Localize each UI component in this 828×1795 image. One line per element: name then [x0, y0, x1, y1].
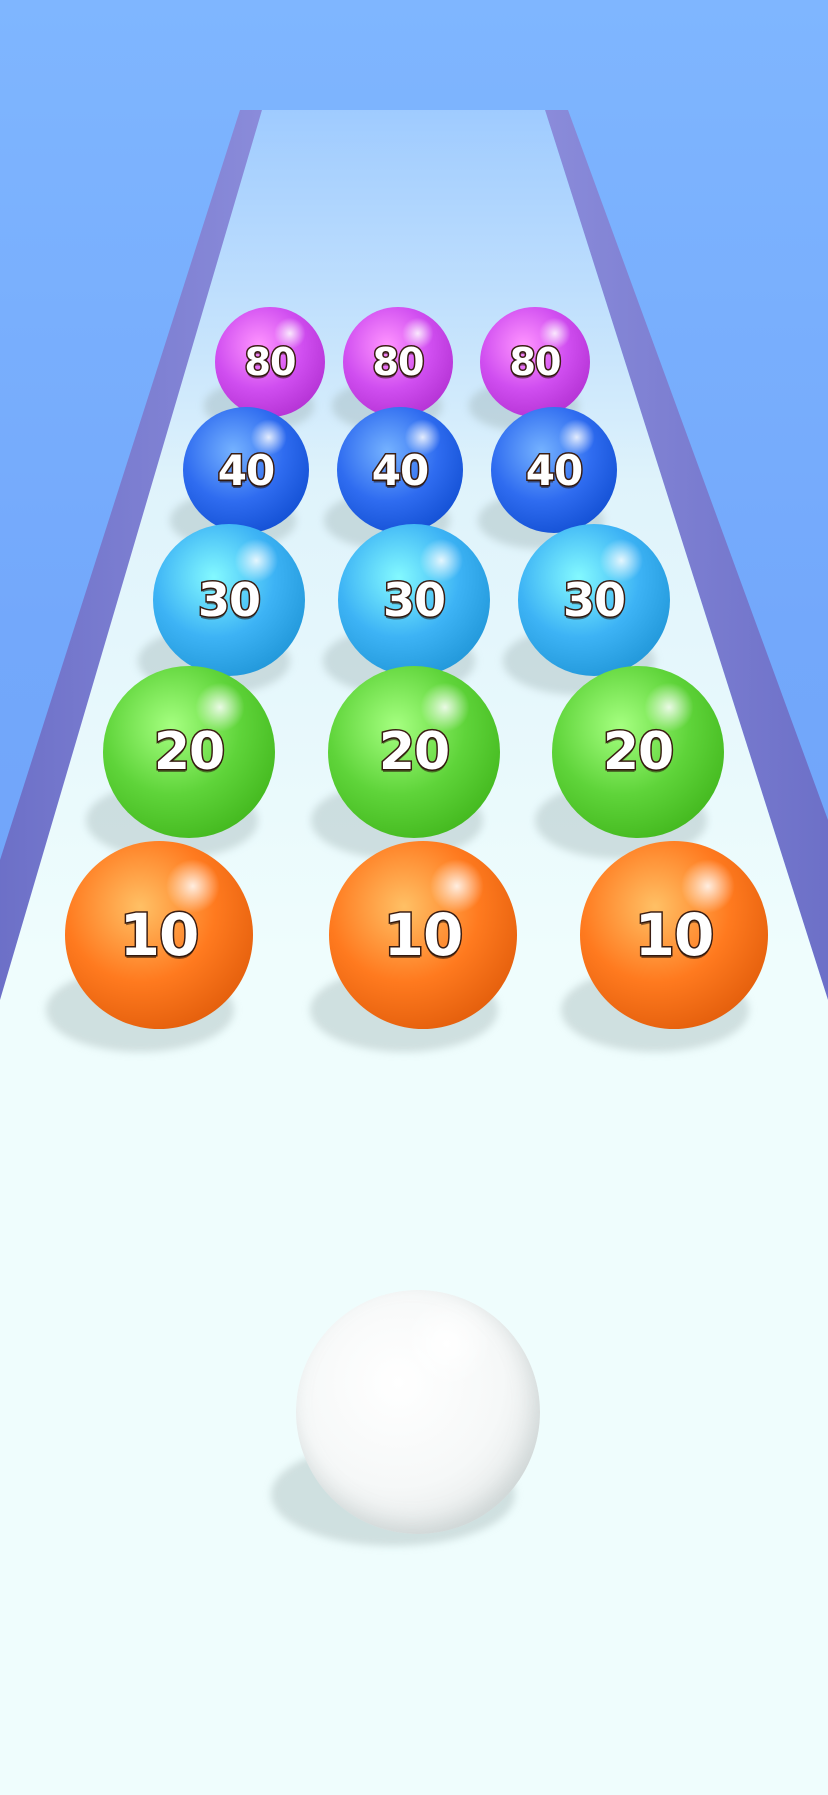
- number-ball-40: 40: [183, 407, 309, 533]
- ball-value-label: 40: [216, 444, 276, 496]
- ball-value-label: 30: [381, 572, 447, 629]
- number-ball-20: 20: [552, 666, 724, 838]
- number-ball-40: 40: [491, 407, 617, 533]
- ball-value-label: 40: [524, 444, 584, 496]
- ball-value-label: 20: [152, 721, 226, 784]
- number-ball-10: 10: [329, 841, 517, 1029]
- player-ball[interactable]: [296, 1290, 540, 1534]
- number-ball-10: 10: [580, 841, 768, 1029]
- ball-value-label: 80: [371, 339, 426, 386]
- ball-value-label: 10: [118, 900, 201, 971]
- ball-value-label: 40: [370, 444, 430, 496]
- ball-value-label: 30: [561, 572, 627, 629]
- ball-value-label: 80: [508, 339, 563, 386]
- number-ball-20: 20: [328, 666, 500, 838]
- number-ball-30: 30: [338, 524, 490, 676]
- ball-value-label: 10: [633, 900, 716, 971]
- number-ball-30: 30: [518, 524, 670, 676]
- ball-value-label: 20: [601, 721, 675, 784]
- ball-value-label: 30: [196, 572, 262, 629]
- number-ball-20: 20: [103, 666, 275, 838]
- number-ball-80: 80: [480, 307, 590, 417]
- number-ball-80: 80: [215, 307, 325, 417]
- number-ball-40: 40: [337, 407, 463, 533]
- ball-value-label: 10: [382, 900, 465, 971]
- number-ball-30: 30: [153, 524, 305, 676]
- ball-value-label: 20: [377, 721, 451, 784]
- number-ball-80: 80: [343, 307, 453, 417]
- number-ball-10: 10: [65, 841, 253, 1029]
- ball-value-label: 80: [243, 339, 298, 386]
